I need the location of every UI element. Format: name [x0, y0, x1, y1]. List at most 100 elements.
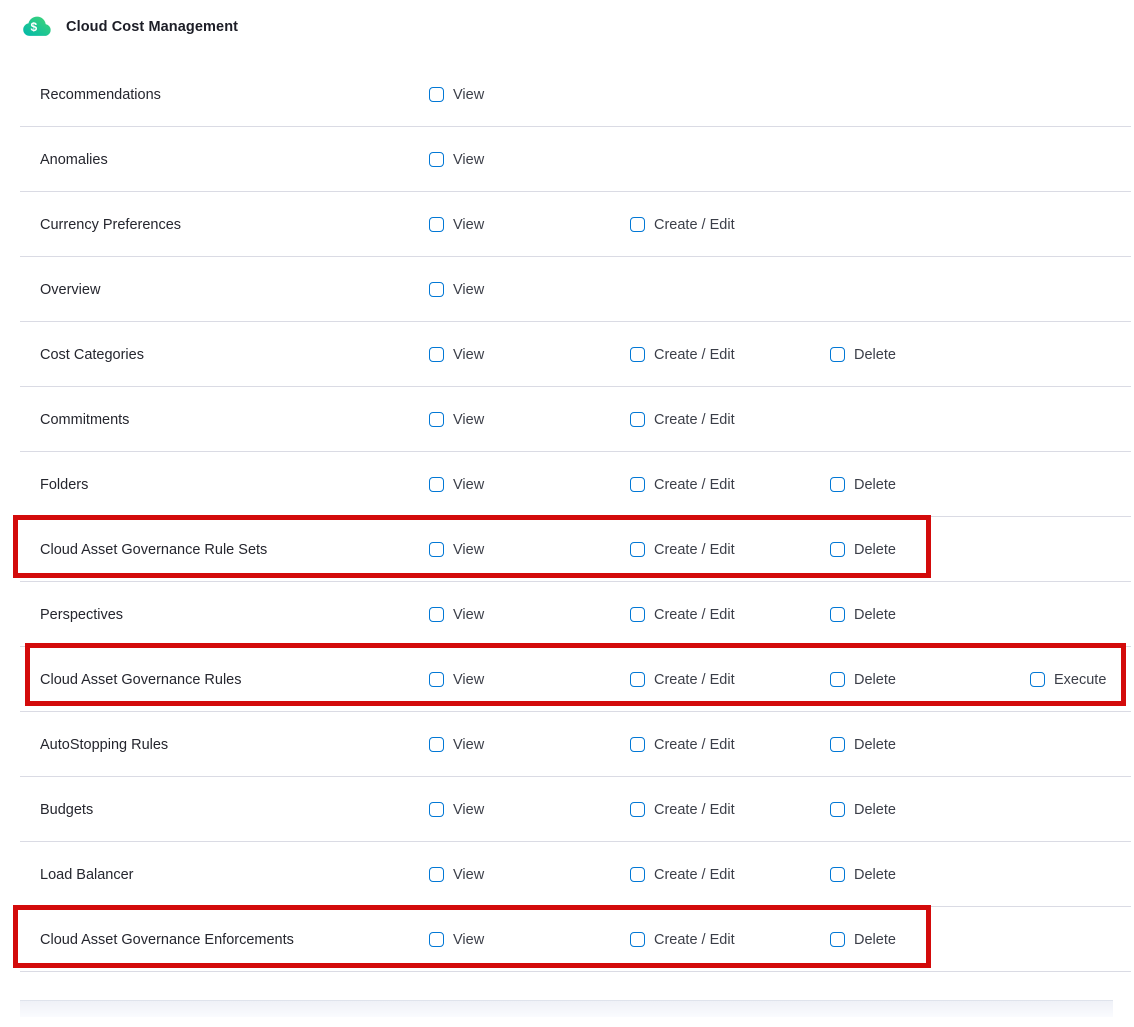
autostopping-rules-create-edit-checkbox[interactable] [630, 737, 645, 752]
currency-preferences-create-edit-cell[interactable]: Create / Edit [630, 217, 735, 233]
budgets-create-edit-checkbox[interactable] [630, 802, 645, 817]
cloud-asset-governance-rules-delete-checkbox[interactable] [830, 672, 845, 687]
cloud-asset-governance-enforcements-delete-checkbox[interactable] [830, 932, 845, 947]
permission-label[interactable]: Create / Edit [654, 802, 735, 818]
cloud-asset-governance-rule-sets-create-edit-cell[interactable]: Create / Edit [630, 542, 735, 558]
cost-categories-delete-checkbox[interactable] [830, 347, 845, 362]
folders-delete-checkbox[interactable] [830, 477, 845, 492]
autostopping-rules-view-cell[interactable]: View [429, 737, 484, 753]
cost-categories-create-edit-checkbox[interactable] [630, 347, 645, 362]
permission-label[interactable]: Delete [854, 737, 896, 753]
permission-label[interactable]: View [453, 802, 484, 818]
commitments-view-checkbox[interactable] [429, 412, 444, 427]
permission-label[interactable]: Delete [854, 867, 896, 883]
permission-label[interactable]: Create / Edit [654, 217, 735, 233]
permission-label[interactable]: View [453, 932, 484, 948]
cost-categories-create-edit-cell[interactable]: Create / Edit [630, 347, 735, 363]
budgets-view-cell[interactable]: View [429, 802, 484, 818]
permission-label[interactable]: View [453, 347, 484, 363]
overview-view-checkbox[interactable] [429, 282, 444, 297]
folders-view-cell[interactable]: View [429, 477, 484, 493]
load-balancer-view-cell[interactable]: View [429, 867, 484, 883]
permission-label[interactable]: Execute [1054, 672, 1106, 688]
permission-label[interactable]: View [453, 737, 484, 753]
permission-label[interactable]: View [453, 477, 484, 493]
commitments-view-cell[interactable]: View [429, 412, 484, 428]
permission-label[interactable]: View [453, 607, 484, 623]
overview-view-cell[interactable]: View [429, 282, 484, 298]
permission-label[interactable]: Delete [854, 347, 896, 363]
anomalies-view-cell[interactable]: View [429, 152, 484, 168]
recommendations-view-cell[interactable]: View [429, 87, 484, 103]
budgets-delete-checkbox[interactable] [830, 802, 845, 817]
perspectives-delete-cell[interactable]: Delete [830, 607, 896, 623]
currency-preferences-view-checkbox[interactable] [429, 217, 444, 232]
autostopping-rules-delete-checkbox[interactable] [830, 737, 845, 752]
permission-label[interactable]: Delete [854, 542, 896, 558]
permission-label[interactable]: Delete [854, 802, 896, 818]
perspectives-create-edit-checkbox[interactable] [630, 607, 645, 622]
cloud-asset-governance-enforcements-view-cell[interactable]: View [429, 932, 484, 948]
cloud-asset-governance-rules-view-cell[interactable]: View [429, 672, 484, 688]
cloud-asset-governance-rules-create-edit-cell[interactable]: Create / Edit [630, 672, 735, 688]
cloud-asset-governance-rule-sets-delete-checkbox[interactable] [830, 542, 845, 557]
cloud-asset-governance-enforcements-delete-cell[interactable]: Delete [830, 932, 896, 948]
currency-preferences-view-cell[interactable]: View [429, 217, 484, 233]
autostopping-rules-create-edit-cell[interactable]: Create / Edit [630, 737, 735, 753]
perspectives-delete-checkbox[interactable] [830, 607, 845, 622]
budgets-view-checkbox[interactable] [429, 802, 444, 817]
permission-label[interactable]: Create / Edit [654, 542, 735, 558]
cloud-asset-governance-rule-sets-view-checkbox[interactable] [429, 542, 444, 557]
cloud-asset-governance-rules-execute-checkbox[interactable] [1030, 672, 1045, 687]
permission-label[interactable]: View [453, 152, 484, 168]
autostopping-rules-view-checkbox[interactable] [429, 737, 444, 752]
folders-view-checkbox[interactable] [429, 477, 444, 492]
cloud-asset-governance-rules-view-checkbox[interactable] [429, 672, 444, 687]
folders-delete-cell[interactable]: Delete [830, 477, 896, 493]
cloud-asset-governance-rules-create-edit-checkbox[interactable] [630, 672, 645, 687]
cloud-asset-governance-rule-sets-delete-cell[interactable]: Delete [830, 542, 896, 558]
recommendations-view-checkbox[interactable] [429, 87, 444, 102]
cloud-asset-governance-enforcements-create-edit-cell[interactable]: Create / Edit [630, 932, 735, 948]
permission-label[interactable]: Delete [854, 932, 896, 948]
permission-label[interactable]: Create / Edit [654, 607, 735, 623]
cloud-asset-governance-rules-delete-cell[interactable]: Delete [830, 672, 896, 688]
permission-label[interactable]: Delete [854, 672, 896, 688]
permission-label[interactable]: View [453, 217, 484, 233]
cost-categories-view-checkbox[interactable] [429, 347, 444, 362]
permission-label[interactable]: Create / Edit [654, 412, 735, 428]
autostopping-rules-delete-cell[interactable]: Delete [830, 737, 896, 753]
permission-label[interactable]: View [453, 87, 484, 103]
permission-label[interactable]: Delete [854, 477, 896, 493]
folders-create-edit-checkbox[interactable] [630, 477, 645, 492]
permission-label[interactable]: View [453, 542, 484, 558]
budgets-create-edit-cell[interactable]: Create / Edit [630, 802, 735, 818]
permission-label[interactable]: Create / Edit [654, 867, 735, 883]
cloud-asset-governance-rules-execute-cell[interactable]: Execute [1030, 672, 1106, 688]
commitments-create-edit-checkbox[interactable] [630, 412, 645, 427]
permission-label[interactable]: Create / Edit [654, 477, 735, 493]
permission-label[interactable]: View [453, 672, 484, 688]
load-balancer-view-checkbox[interactable] [429, 867, 444, 882]
permission-label[interactable]: Create / Edit [654, 737, 735, 753]
permission-label[interactable]: Create / Edit [654, 672, 735, 688]
budgets-delete-cell[interactable]: Delete [830, 802, 896, 818]
perspectives-view-checkbox[interactable] [429, 607, 444, 622]
cloud-asset-governance-rule-sets-view-cell[interactable]: View [429, 542, 484, 558]
load-balancer-delete-checkbox[interactable] [830, 867, 845, 882]
cost-categories-delete-cell[interactable]: Delete [830, 347, 896, 363]
permission-label[interactable]: View [453, 867, 484, 883]
perspectives-view-cell[interactable]: View [429, 607, 484, 623]
cloud-asset-governance-enforcements-view-checkbox[interactable] [429, 932, 444, 947]
permission-label[interactable]: Create / Edit [654, 347, 735, 363]
currency-preferences-create-edit-checkbox[interactable] [630, 217, 645, 232]
commitments-create-edit-cell[interactable]: Create / Edit [630, 412, 735, 428]
cloud-asset-governance-rule-sets-create-edit-checkbox[interactable] [630, 542, 645, 557]
load-balancer-delete-cell[interactable]: Delete [830, 867, 896, 883]
permission-label[interactable]: View [453, 282, 484, 298]
load-balancer-create-edit-checkbox[interactable] [630, 867, 645, 882]
permission-label[interactable]: Delete [854, 607, 896, 623]
perspectives-create-edit-cell[interactable]: Create / Edit [630, 607, 735, 623]
permission-label[interactable]: Create / Edit [654, 932, 735, 948]
anomalies-view-checkbox[interactable] [429, 152, 444, 167]
